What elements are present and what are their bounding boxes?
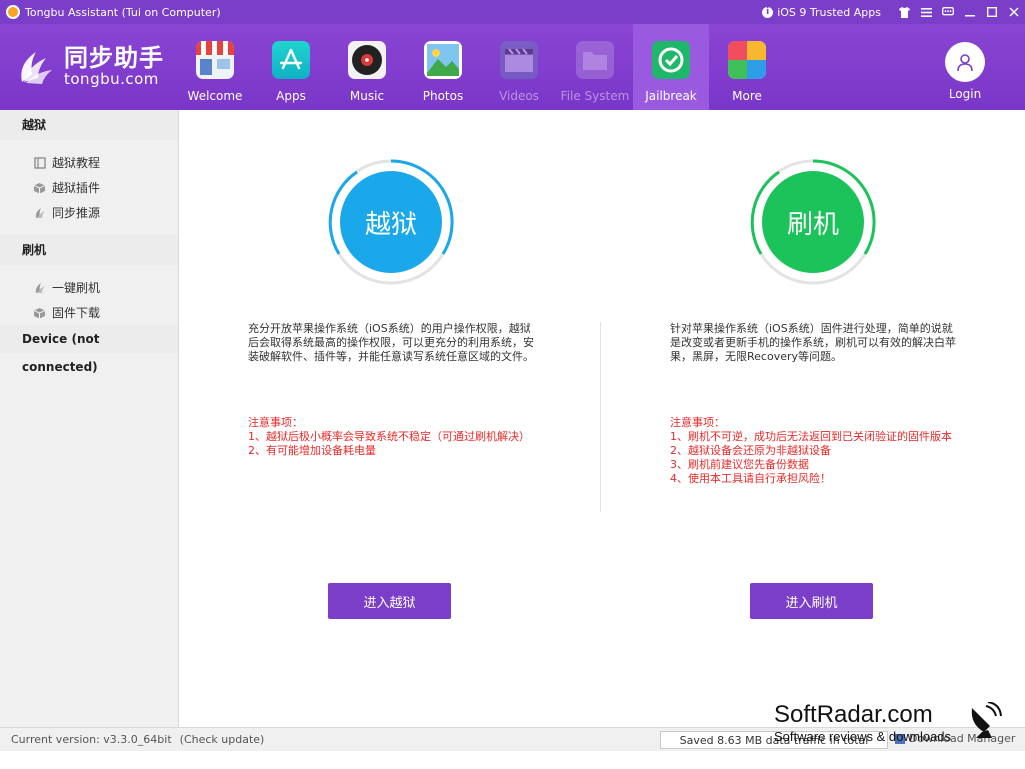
sidebar-item-one-click-flash[interactable]: 一键刷机 [0, 275, 178, 300]
title-bar-controls: i iOS 9 Trusted Apps [762, 0, 1025, 24]
nav-label: More [732, 89, 762, 103]
clapper-icon [500, 41, 538, 79]
panel-divider [600, 322, 601, 512]
nav-label: Music [349, 89, 385, 103]
check-update-link[interactable]: (Check update) [180, 733, 265, 746]
notes-heading: 注意事项： [248, 416, 303, 429]
flash-title: 刷机 [762, 171, 864, 273]
main-content: 越狱 充分开放苹果操作系统（iOS系统）的用户操作权限，越狱后会取得系统最高的操… [180, 110, 1025, 727]
box-icon [33, 181, 46, 194]
tongbu-logo-icon [14, 44, 58, 88]
sidebar-item-label: 越狱教程 [52, 156, 101, 170]
nav-music[interactable]: Music [329, 24, 405, 110]
note-line: 2、越狱设备会还原为非越狱设备 [670, 444, 831, 457]
close-icon[interactable] [1003, 0, 1025, 24]
brand-name-en: tongbu.com [64, 70, 159, 88]
main-nav: Welcome Apps Music Photos Videos File Sy… [177, 24, 785, 110]
sidebar-item-firmware-download[interactable]: 固件下载 [0, 300, 178, 325]
nav-more[interactable]: More [709, 24, 785, 110]
brand-name-cn: 同步助手 [64, 44, 164, 72]
sidebar-item-label: 越狱插件 [52, 181, 101, 195]
nav-label: Photos [422, 89, 464, 103]
nav-welcome[interactable]: Welcome [177, 24, 253, 110]
window-title: Tongbu Assistant (Tui on Computer) [25, 5, 221, 19]
app-icon [6, 5, 20, 19]
nav-label: File System [560, 89, 630, 103]
trusted-apps-link[interactable]: i iOS 9 Trusted Apps [762, 6, 881, 19]
sidebar-item-label: 一键刷机 [52, 281, 101, 295]
brand-logo: 同步助手 tongbu.com [14, 44, 164, 88]
nav-apps[interactable]: Apps [253, 24, 329, 110]
enter-flash-button[interactable]: 进入刷机 [750, 583, 873, 619]
jailbreak-description: 充分开放苹果操作系统（iOS系统）的用户操作权限，越狱后会取得系统最高的操作权限… [248, 322, 534, 363]
nav-jailbreak[interactable]: Jailbreak [633, 24, 709, 110]
note-line: 1、刷机不可逆，成功后无法返回到已关闭验证的固件版本 [670, 430, 952, 443]
note-line: 3、刷机前建议您先备份数据 [670, 458, 809, 471]
flash-notes: 注意事项： 1、刷机不可逆，成功后无法返回到已关闭验证的固件版本 2、越狱设备会… [670, 416, 960, 486]
version-label: Current version: v3.3.0_64bit [11, 733, 172, 746]
maximize-icon[interactable] [981, 0, 1003, 24]
satellite-dish-icon [968, 701, 1002, 738]
box-icon [33, 306, 46, 319]
nav-photos[interactable]: Photos [405, 24, 481, 110]
app-store-icon [272, 41, 310, 79]
sidebar-item-label: 同步推源 [52, 206, 101, 220]
nav-videos[interactable]: Videos [481, 24, 557, 110]
info-icon: i [762, 6, 774, 18]
login-label: Login [948, 87, 982, 101]
note-line: 1、越狱后极小概率会导致系统不稳定（可通过刷机解决） [248, 430, 530, 443]
jailbreak-icon [652, 41, 690, 79]
flash-description: 针对苹果操作系统（iOS系统）固件进行处理，简单的说就是改变或者更新手机的操作系… [670, 322, 956, 363]
nav-file-system[interactable]: File System [557, 24, 633, 110]
jailbreak-title: 越狱 [340, 171, 442, 273]
sidebar-item-tongbu-source[interactable]: 同步推源 [0, 200, 178, 225]
sidebar: 越狱 越狱教程 越狱插件 同步推源 刷机 一键刷机 固件下载 Device (n… [0, 110, 179, 727]
store-icon [196, 41, 234, 79]
trusted-apps-label: iOS 9 Trusted Apps [777, 5, 881, 19]
sidebar-header-jailbreak[interactable]: 越狱 [0, 110, 178, 140]
nav-label: Videos [499, 89, 539, 103]
flash-ring: 刷机 [749, 158, 877, 286]
sidebar-item-jailbreak-plugins[interactable]: 越狱插件 [0, 175, 178, 200]
jailbreak-ring: 越狱 [327, 158, 455, 286]
notes-heading: 注意事项： [670, 416, 725, 429]
sidebar-device-status[interactable]: Device (not connected) [0, 325, 178, 374]
photos-icon [424, 41, 462, 79]
main-header: 同步助手 tongbu.com Welcome Apps Music Photo… [0, 24, 1025, 110]
feather-icon [33, 281, 46, 294]
softradar-watermark: SoftRadar.com Software reviews & downloa… [774, 701, 1014, 748]
jailbreak-notes: 注意事项： 1、越狱后极小概率会导致系统不稳定（可通过刷机解决） 2、有可能增加… [248, 416, 538, 458]
folder-icon [576, 41, 614, 79]
chat-icon[interactable] [937, 0, 959, 24]
music-disc-icon [348, 41, 386, 79]
nav-label: Jailbreak [645, 89, 697, 103]
note-line: 2、有可能增加设备耗电量 [248, 444, 376, 457]
title-bar: Tongbu Assistant (Tui on Computer) i iOS… [0, 0, 1025, 24]
sidebar-header-flash[interactable]: 刷机 [0, 235, 178, 265]
book-icon [33, 156, 46, 169]
nav-label: Apps [276, 89, 306, 103]
nav-label: Welcome [187, 89, 243, 103]
shirt-icon[interactable] [893, 0, 915, 24]
note-line: 4、使用本工具请自行承担风险！ [670, 472, 831, 485]
sidebar-item-label: 固件下载 [52, 306, 101, 320]
grid-icon [728, 41, 766, 79]
menu-icon[interactable] [915, 0, 937, 24]
sidebar-item-jailbreak-tutorial[interactable]: 越狱教程 [0, 150, 178, 175]
window-bottom-edge [0, 751, 1025, 769]
user-icon [945, 42, 985, 82]
enter-jailbreak-button[interactable]: 进入越狱 [328, 583, 451, 619]
feather-icon [33, 206, 46, 219]
login-button[interactable]: Login [940, 42, 990, 101]
minimize-icon[interactable] [959, 0, 981, 24]
